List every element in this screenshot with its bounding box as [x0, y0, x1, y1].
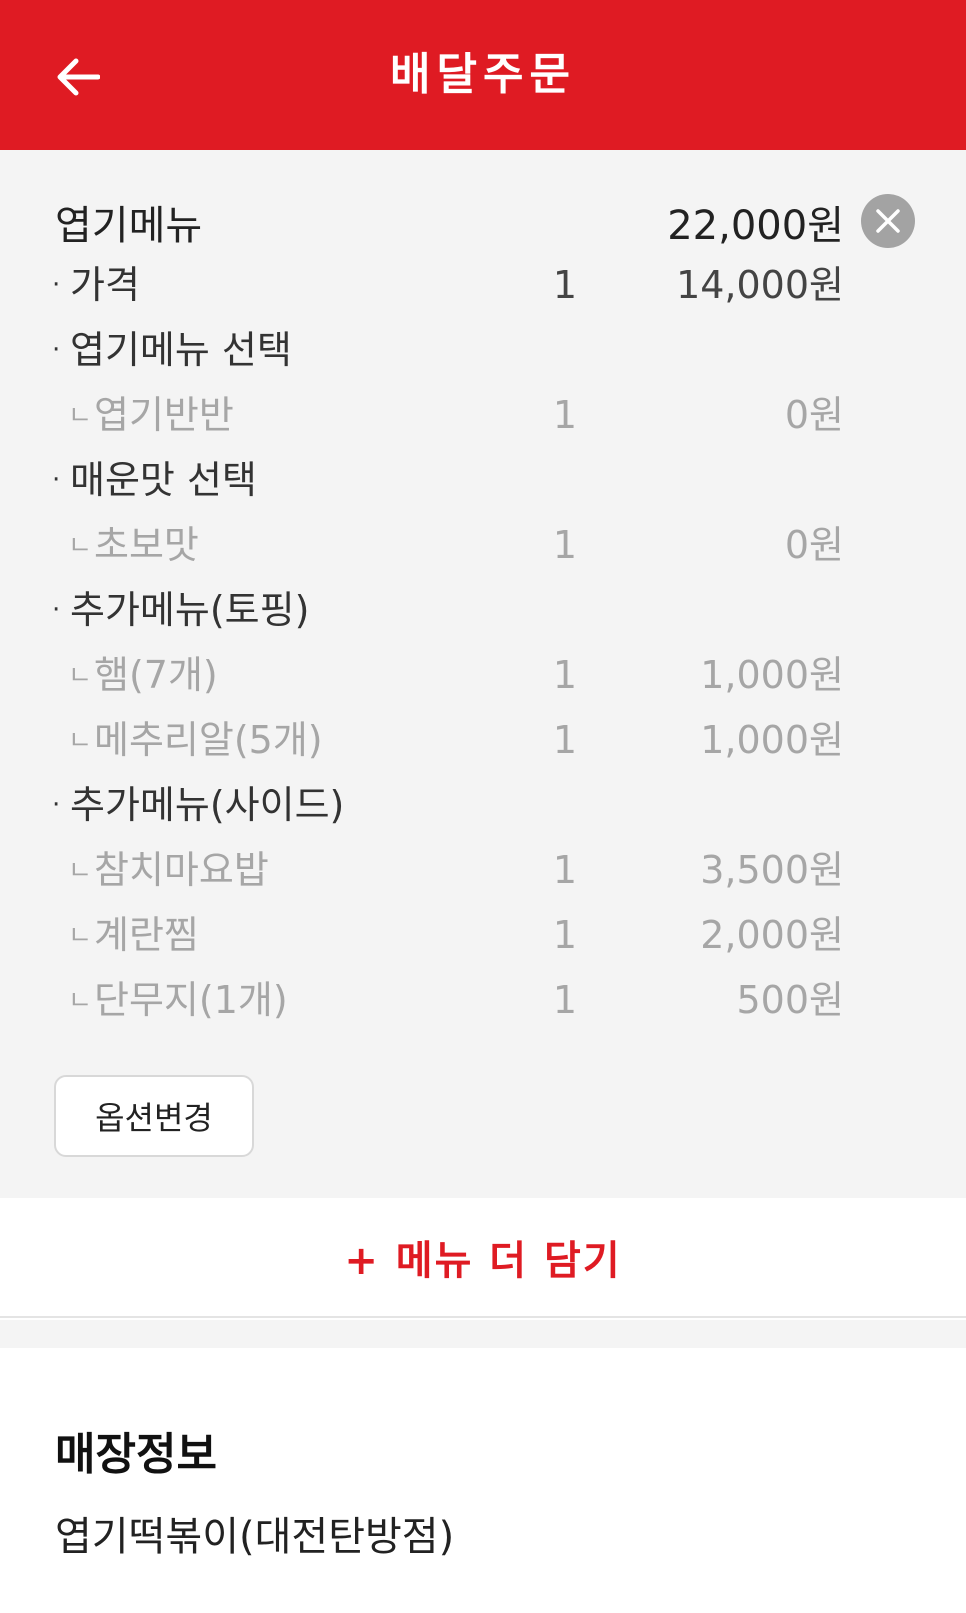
store-name: 엽기떡볶이(대전탄방점): [55, 1514, 455, 1560]
option-group-label: 엽기메뉴 선택: [70, 328, 292, 372]
cart-item-name: 엽기메뉴: [55, 203, 203, 249]
option-qty: 1: [552, 913, 578, 957]
option-group-row: · 매운맛 선택: [0, 450, 966, 510]
bullet-icon: ·: [52, 790, 61, 820]
cart-item-total: 22,000원: [667, 203, 844, 249]
option-price: 3,500원: [700, 848, 844, 892]
option-row: ㄴ참치마요밥 1 3,500원: [0, 840, 966, 900]
corner-arrow-icon: ㄴ: [68, 986, 92, 1016]
add-more-menu-button[interactable]: + 메뉴 더 담기: [0, 1198, 966, 1318]
bullet-icon: ·: [52, 335, 61, 365]
option-price: 1,000원: [700, 718, 844, 762]
option-qty: 1: [552, 718, 578, 762]
option-qty: 1: [552, 523, 578, 567]
page-title: 배달주문: [390, 49, 576, 100]
option-label: 계란찜: [94, 913, 199, 957]
option-qty: 1: [552, 848, 578, 892]
change-option-button[interactable]: 옵션변경: [54, 1075, 254, 1157]
option-price: 2,000원: [700, 913, 844, 957]
bullet-icon: ·: [52, 595, 61, 625]
option-qty: 1: [552, 263, 578, 307]
option-qty: 1: [552, 393, 578, 437]
add-more-menu-label: + 메뉴 더 담기: [344, 1238, 622, 1284]
option-group-row: · 엽기메뉴 선택: [0, 320, 966, 380]
remove-item-button[interactable]: [861, 194, 915, 248]
option-group-row: · 추가메뉴(사이드): [0, 775, 966, 835]
corner-arrow-icon: ㄴ: [68, 921, 92, 951]
base-price-row: · 가격 1 14,000원: [0, 255, 966, 315]
option-label: 햄(7개): [94, 653, 218, 697]
option-row: ㄴ엽기반반 1 0원: [0, 385, 966, 445]
option-price: 0원: [784, 393, 844, 437]
option-group-label: 추가메뉴(사이드): [70, 783, 345, 827]
option-label: 단무지(1개): [94, 978, 288, 1022]
option-price: 0원: [784, 523, 844, 567]
option-qty: 1: [552, 653, 578, 697]
corner-arrow-icon: ㄴ: [68, 726, 92, 756]
option-qty: 1: [552, 978, 578, 1022]
corner-arrow-icon: ㄴ: [68, 661, 92, 691]
option-row: ㄴ단무지(1개) 1 500원: [0, 970, 966, 1030]
bullet-icon: ·: [52, 270, 61, 300]
option-label: 엽기반반: [94, 393, 234, 437]
app-header: 배달주문: [0, 0, 966, 150]
option-group-label: 가격: [70, 263, 140, 307]
corner-arrow-icon: ㄴ: [68, 856, 92, 886]
option-price: 500원: [736, 978, 845, 1022]
section-divider: [0, 1320, 966, 1348]
option-group-label: 매운맛 선택: [70, 458, 257, 502]
close-icon: [876, 209, 900, 233]
store-info-title: 매장정보: [55, 1429, 217, 1480]
option-group-row: · 추가메뉴(토핑): [0, 580, 966, 640]
bullet-icon: ·: [52, 465, 61, 495]
option-label: 메추리알(5개): [94, 718, 323, 762]
option-price: 14,000원: [676, 263, 844, 307]
option-row: ㄴ계란찜 1 2,000원: [0, 905, 966, 965]
option-row: ㄴ초보맛 1 0원: [0, 515, 966, 575]
option-row: ㄴ햄(7개) 1 1,000원: [0, 645, 966, 705]
option-row: ㄴ메추리알(5개) 1 1,000원: [0, 710, 966, 770]
corner-arrow-icon: ㄴ: [68, 531, 92, 561]
option-label: 초보맛: [94, 523, 199, 567]
corner-arrow-icon: ㄴ: [68, 401, 92, 431]
option-label: 참치마요밥: [94, 848, 269, 892]
option-price: 1,000원: [700, 653, 844, 697]
option-group-label: 추가메뉴(토핑): [70, 588, 310, 632]
